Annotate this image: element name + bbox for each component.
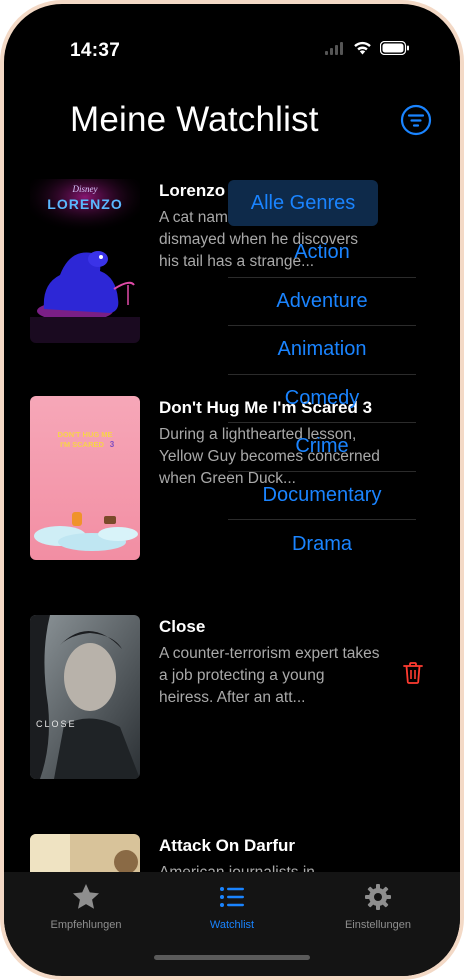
tab-label: Watchlist [209,919,255,931]
list-item[interactable]: CLOSE Close A counter-terrorism expert t… [30,615,450,785]
movie-description: A counter-terrorism expert takes a job p… [159,645,380,706]
poster-brand: Disney [72,184,98,194]
close-poster-art: CLOSE [30,615,140,779]
gear-icon [365,884,391,910]
home-indicator [154,955,310,960]
trash-icon[interactable] [402,661,424,685]
tab-watchlist[interactable]: Watchlist [162,882,302,931]
genre-option-documentary[interactable]: Documentary [228,472,416,520]
status-time: 14:37 [70,40,121,61]
tab-bar: Empfehlungen Watchlist Einstellungen [4,872,460,976]
tab-einstellungen[interactable]: Einstellungen [308,882,448,931]
dont-hug-poster-art: DON'T HUG ME I'M SCARED 3 [30,396,140,560]
signal-icon [325,41,343,55]
tab-empfehlungen[interactable]: Empfehlungen [16,882,156,931]
poster-number: 3 [110,440,115,449]
movie-title: Close [159,617,206,636]
poster-title: LORENZO [47,196,122,212]
page-title: Meine Watchlist [70,100,319,139]
device-frame: 14:37 Meine Watchlist Disney LORENZO Lor… [0,0,464,980]
movie-poster: DON'T HUG ME I'M SCARED 3 [30,396,140,560]
genre-option-animation[interactable]: Animation [228,326,416,375]
movie-poster: CLOSE [30,615,140,779]
genre-dropdown: Alle Genres Action Adventure Animation C… [228,180,416,569]
genre-option-all[interactable]: Alle Genres [228,180,378,226]
movie-poster: Disney LORENZO [30,179,140,343]
genre-option-drama[interactable]: Drama [228,520,416,569]
filter-icon[interactable] [400,104,432,136]
tab-label: Einstellungen [344,919,412,931]
poster-line1: DON'T HUG ME [57,430,112,439]
genre-option-comedy[interactable]: Comedy [228,375,416,423]
app-screen: 14:37 Meine Watchlist Disney LORENZO Lor… [4,4,460,976]
battery-icon [380,41,409,55]
tab-label: Empfehlungen [50,919,122,931]
lorenzo-poster-art: Disney LORENZO [30,179,140,343]
movie-title: Lorenzo [159,181,226,200]
wifi-icon [354,41,371,55]
poster-line2: I'M SCARED [60,440,104,449]
poster-title: CLOSE [36,719,77,729]
genre-option-adventure[interactable]: Adventure [228,278,416,326]
movie-title: Attack On Darfur [159,836,296,855]
star-icon [73,884,99,909]
genre-option-action[interactable]: Action [228,229,416,278]
status-icons [325,41,410,55]
genre-option-crime[interactable]: Crime [228,423,416,472]
list-icon [220,887,244,907]
